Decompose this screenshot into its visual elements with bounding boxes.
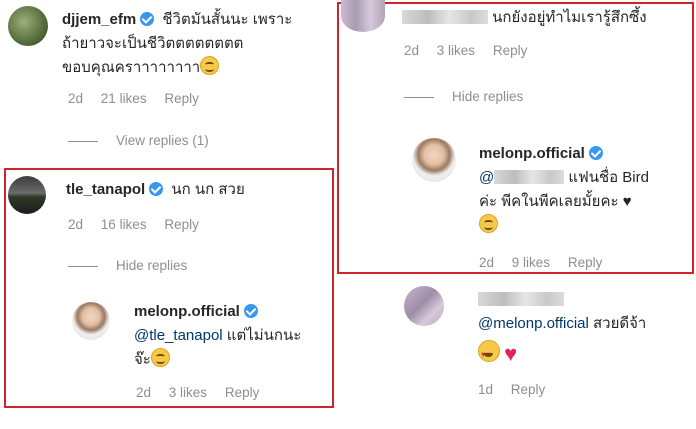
comment-text: จ๊ะ <box>134 351 151 368</box>
smile-emoji-icon <box>479 214 498 233</box>
likes-count[interactable]: 9 likes <box>512 255 550 270</box>
reply-button[interactable]: Reply <box>164 91 199 106</box>
avatar[interactable] <box>412 138 456 182</box>
red-heart-icon: ♥ <box>504 341 518 366</box>
comment-time: 2d <box>479 255 495 270</box>
reply-button[interactable]: Reply <box>164 217 199 232</box>
divider <box>68 265 98 267</box>
likes-count[interactable]: 3 likes <box>169 385 207 400</box>
highlight-box <box>4 168 334 408</box>
comment-meta: 2d 9 likes Reply <box>479 255 616 270</box>
hide-replies-button[interactable]: Hide replies <box>404 89 523 104</box>
likes-count[interactable]: 16 likes <box>101 217 147 232</box>
comment-time: 1d <box>478 382 494 397</box>
comment-text: ถ้ายาวจะเป็นชีวิตตตตตตตต <box>62 35 244 52</box>
smile-emoji-icon <box>200 56 220 75</box>
comment-time: 2d <box>136 385 152 400</box>
verified-badge-icon <box>588 146 603 160</box>
comment-body: นกยังอยู่ทำไมเรารู้สึกซึ้ง <box>402 6 647 30</box>
comment-time: 2d <box>68 91 84 106</box>
comment-meta: 1d Reply <box>478 382 559 397</box>
reply-button[interactable]: Reply <box>511 382 546 397</box>
reply-button[interactable]: Reply <box>568 255 603 270</box>
avatar[interactable] <box>8 176 46 214</box>
comment-meta: 2d 16 likes Reply <box>68 217 213 232</box>
comment-text: สวยดีจ้า <box>588 315 647 332</box>
comment-time: 2d <box>68 217 84 232</box>
avatar[interactable] <box>404 286 444 326</box>
username[interactable]: melonp.official <box>479 145 585 162</box>
comment-text: นก นก สวย <box>171 181 245 198</box>
username[interactable]: tle_tanapol <box>66 181 145 198</box>
mention-link[interactable]: @melonp.official <box>478 315 589 332</box>
blurred-username <box>402 10 488 24</box>
comment-body: tle_tanapol นก นก สวย <box>66 178 245 202</box>
blurred-mention <box>494 170 565 184</box>
likes-count[interactable]: 3 likes <box>437 43 475 58</box>
blurred-username <box>478 292 564 306</box>
comment-meta: 2d 3 likes Reply <box>136 385 273 400</box>
view-replies-button[interactable]: View replies (1) <box>68 133 209 148</box>
comment-text: แฟนชื่อ Bird <box>564 169 649 186</box>
view-replies-label: View replies (1) <box>116 133 209 148</box>
avatar[interactable] <box>8 6 48 46</box>
hide-replies-label: Hide replies <box>116 258 188 273</box>
comment-meta: 2d 3 likes Reply <box>404 43 541 58</box>
username[interactable]: djjem_efm <box>62 11 136 28</box>
mention-link[interactable]: @ <box>479 169 494 186</box>
reply-button[interactable]: Reply <box>493 43 528 58</box>
comment-text: ชีวิตมันสั้นนะ เพราะ <box>162 11 293 28</box>
mention-link[interactable]: @tle_tanapol <box>134 327 223 344</box>
likes-count[interactable]: 21 likes <box>101 91 147 106</box>
avatar[interactable] <box>341 0 385 32</box>
hide-replies-label: Hide replies <box>452 89 524 104</box>
verified-badge-icon <box>243 304 258 318</box>
hide-replies-button[interactable]: Hide replies <box>68 258 187 273</box>
comment-text: ค่ะ พีคในพีคเลยมั้ยคะ ♥ <box>479 193 632 210</box>
divider <box>404 96 434 98</box>
comment-meta: 2d 21 likes Reply <box>68 91 213 106</box>
verified-badge-icon <box>149 182 164 196</box>
username[interactable]: melonp.official <box>134 303 240 320</box>
comment-text: ขอบคุณคราาาาาาาา <box>62 59 201 76</box>
grin-emoji-icon <box>150 348 170 367</box>
reply-button[interactable]: Reply <box>225 385 260 400</box>
verified-badge-icon <box>140 12 155 26</box>
comment-text: แต่ไม่นกนะ <box>222 327 302 344</box>
comment-body: @melonp.official สวยดีจ้า ♥ <box>478 288 693 367</box>
comment-time: 2d <box>404 43 420 58</box>
divider <box>68 140 98 142</box>
comment-text: นกยังอยู่ทำไมเรารู้สึกซึ้ง <box>492 9 647 26</box>
heart-eyes-emoji-icon <box>478 340 500 367</box>
reply-body: melonp.official @ แฟนชื่อ Bird ค่ะ พีคใน… <box>479 142 691 238</box>
comment-body: djjem_efm ชีวิตมันสั้นนะ เพราะ ถ้ายาวจะเ… <box>62 8 332 80</box>
avatar[interactable] <box>72 302 110 340</box>
reply-body: melonp.official @tle_tanapol แต่ไม่นกนะ … <box>134 300 329 372</box>
